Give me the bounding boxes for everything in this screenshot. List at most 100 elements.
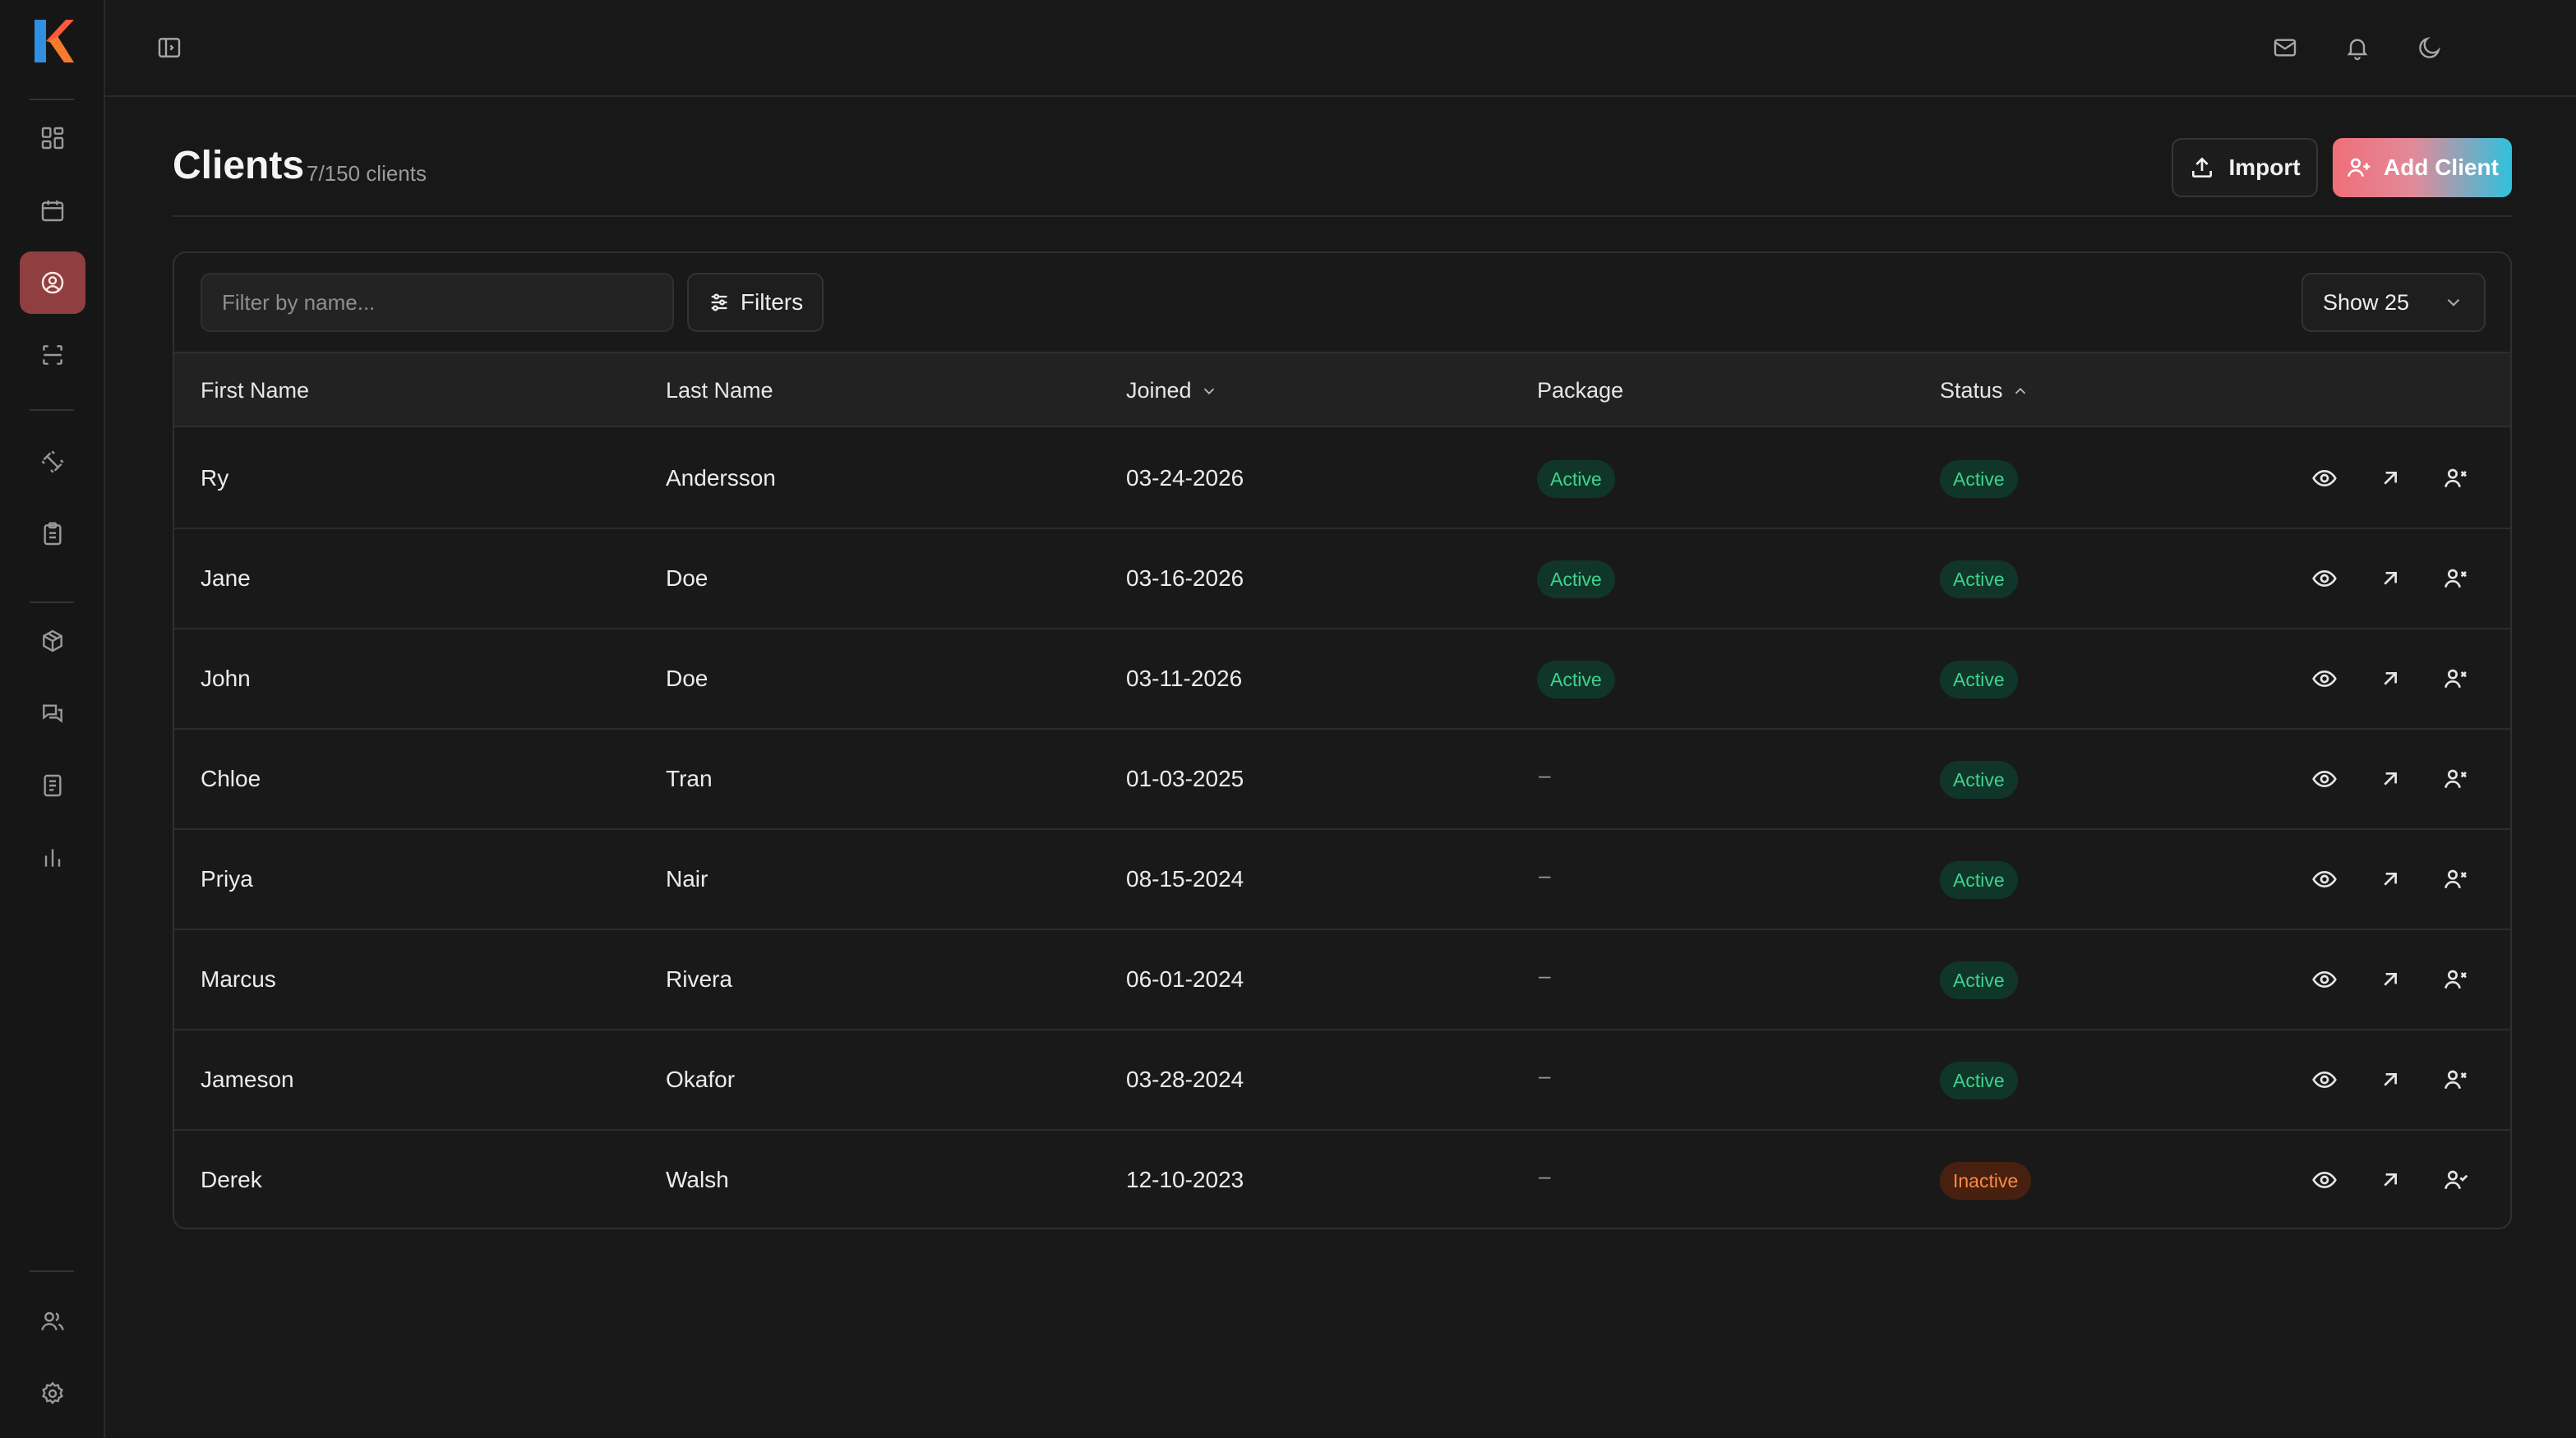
open-client-button[interactable] bbox=[2372, 460, 2408, 496]
gear-icon bbox=[42, 1381, 63, 1405]
sidebar-divider bbox=[30, 409, 74, 411]
table-row[interactable]: John Doe 03-11-2026 Active Active bbox=[174, 629, 2510, 730]
open-client-button[interactable] bbox=[2372, 861, 2408, 897]
clipboard-icon bbox=[44, 522, 62, 546]
status-badge: Active bbox=[1940, 661, 2018, 698]
column-header-joined[interactable]: Joined bbox=[1126, 378, 1218, 403]
sidebar-item-analytics[interactable] bbox=[20, 827, 85, 889]
column-header-package[interactable]: Package bbox=[1537, 378, 1623, 403]
app-root: MW Clients 7/150 clients Import Add Clie… bbox=[0, 0, 2576, 1438]
open-client-button[interactable] bbox=[2372, 661, 2408, 697]
add-client-button[interactable]: Add Client bbox=[2333, 138, 2512, 197]
sidebar-item-team[interactable] bbox=[20, 1290, 85, 1353]
page-title: Clients bbox=[173, 144, 305, 187]
eye-icon bbox=[2311, 565, 2338, 592]
user-x-icon bbox=[2443, 666, 2469, 692]
clients-table-card: Filters Show 25 First Name Last Name Joi… bbox=[173, 251, 2512, 1229]
view-client-button[interactable] bbox=[2306, 1062, 2343, 1098]
open-client-button[interactable] bbox=[2372, 560, 2408, 597]
open-client-button[interactable] bbox=[2372, 961, 2408, 998]
activate-client-button[interactable] bbox=[2438, 1162, 2474, 1198]
view-client-button[interactable] bbox=[2306, 560, 2343, 597]
calendar-icon bbox=[41, 200, 64, 222]
sidebar-item-settings[interactable] bbox=[20, 1362, 85, 1425]
table-row[interactable]: Derek Walsh 12-10-2023 – Inactive bbox=[174, 1131, 2510, 1228]
table-row[interactable]: Marcus Rivera 06-01-2024 – Active bbox=[174, 930, 2510, 1030]
dashboard-icon bbox=[41, 127, 64, 150]
deactivate-client-button[interactable] bbox=[2438, 661, 2474, 697]
column-header-last-name[interactable]: Last Name bbox=[666, 378, 773, 403]
user-check-icon bbox=[2443, 1167, 2469, 1193]
client-count: 7/150 clients bbox=[307, 161, 427, 186]
scan-icon bbox=[43, 345, 62, 365]
filters-button[interactable]: Filters bbox=[687, 273, 824, 332]
last-name-cell: Andersson bbox=[666, 465, 776, 491]
open-client-button[interactable] bbox=[2372, 1162, 2408, 1198]
user-x-icon bbox=[2443, 465, 2469, 491]
open-client-button[interactable] bbox=[2372, 761, 2408, 797]
status-badge: Active bbox=[1940, 460, 2018, 498]
deactivate-client-button[interactable] bbox=[2438, 961, 2474, 998]
sidebar-item-documents[interactable] bbox=[20, 754, 85, 817]
column-header-first-name[interactable]: First Name bbox=[201, 378, 309, 403]
arrow-up-right-icon bbox=[2377, 966, 2403, 993]
sidebar-item-dashboard[interactable] bbox=[20, 107, 85, 169]
view-client-button[interactable] bbox=[2306, 1162, 2343, 1198]
filter-by-name-input[interactable] bbox=[201, 273, 674, 332]
table-row[interactable]: Jane Doe 03-16-2026 Active Active bbox=[174, 529, 2510, 629]
deactivate-client-button[interactable] bbox=[2438, 1062, 2474, 1098]
view-client-button[interactable] bbox=[2306, 661, 2343, 697]
sidebar-item-calendar[interactable] bbox=[20, 179, 85, 242]
sidebar-item-messages[interactable] bbox=[20, 682, 85, 744]
view-client-button[interactable] bbox=[2306, 460, 2343, 496]
table-row[interactable]: Chloe Tran 01-03-2025 – Active bbox=[174, 730, 2510, 830]
deactivate-client-button[interactable] bbox=[2438, 861, 2474, 897]
sidebar-divider bbox=[30, 601, 74, 603]
mail-button[interactable] bbox=[2267, 30, 2303, 66]
table-row[interactable]: Jameson Okafor 03-28-2024 – Active bbox=[174, 1030, 2510, 1131]
deactivate-client-button[interactable] bbox=[2438, 560, 2474, 597]
last-name-cell: Walsh bbox=[666, 1167, 729, 1192]
table-row[interactable]: Priya Nair 08-15-2024 – Active bbox=[174, 830, 2510, 930]
arrow-up-right-icon bbox=[2377, 866, 2403, 892]
last-name-cell: Okafor bbox=[666, 1067, 736, 1092]
sliders-icon bbox=[711, 293, 727, 311]
page-size-select[interactable]: Show 25 bbox=[2301, 273, 2486, 332]
import-button[interactable]: Import bbox=[2172, 138, 2318, 197]
notifications-button[interactable] bbox=[2339, 30, 2375, 66]
eye-icon bbox=[2311, 966, 2338, 993]
user-circle-icon bbox=[41, 271, 64, 294]
sidebar bbox=[0, 0, 105, 1438]
view-client-button[interactable] bbox=[2306, 761, 2343, 797]
arrow-up-right-icon bbox=[2377, 565, 2403, 592]
theme-toggle-button[interactable] bbox=[2412, 30, 2448, 66]
table-row[interactable]: Ry Andersson 03-24-2026 Active Active bbox=[174, 429, 2510, 529]
sidebar-item-clients[interactable] bbox=[20, 251, 85, 314]
last-name-cell: Tran bbox=[666, 766, 713, 791]
header-divider bbox=[173, 215, 2512, 217]
status-badge: Inactive bbox=[1940, 1162, 2032, 1200]
column-header-status[interactable]: Status bbox=[1940, 378, 2029, 403]
sidebar-divider bbox=[30, 1270, 74, 1272]
package-icon bbox=[43, 629, 62, 652]
deactivate-client-button[interactable] bbox=[2438, 761, 2474, 797]
sidebar-item-workouts[interactable] bbox=[20, 431, 85, 493]
view-client-button[interactable] bbox=[2306, 861, 2343, 897]
view-client-button[interactable] bbox=[2306, 961, 2343, 998]
sidebar-item-programs[interactable] bbox=[20, 503, 85, 565]
import-label: Import bbox=[2228, 154, 2301, 180]
arrow-up-right-icon bbox=[2377, 1067, 2403, 1093]
arrow-up-right-icon bbox=[2377, 1167, 2403, 1193]
arrow-up-right-icon bbox=[2377, 766, 2403, 792]
status-badge: Active bbox=[1940, 861, 2018, 899]
brand-logo[interactable] bbox=[30, 16, 76, 66]
open-client-button[interactable] bbox=[2372, 1062, 2408, 1098]
last-name-cell: Doe bbox=[666, 565, 709, 591]
package-empty: – bbox=[1539, 963, 1551, 988]
sidebar-item-packages[interactable] bbox=[20, 610, 85, 672]
deactivate-client-button[interactable] bbox=[2438, 460, 2474, 496]
sidebar-item-scan[interactable] bbox=[20, 324, 85, 386]
add-client-label: Add Client bbox=[2384, 154, 2499, 180]
joined-cell: 03-11-2026 bbox=[1126, 666, 1243, 691]
sidebar-toggle-button[interactable] bbox=[151, 30, 187, 66]
